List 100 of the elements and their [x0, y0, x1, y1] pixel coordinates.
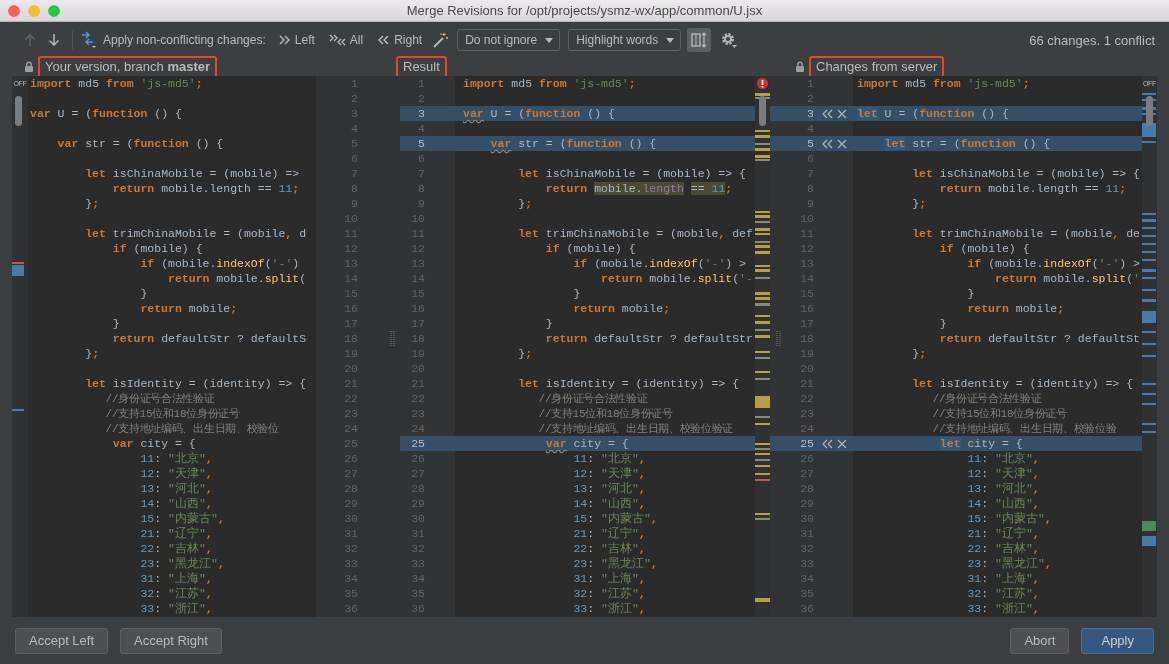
- double-chevrons-icon: [328, 33, 346, 47]
- close-icon[interactable]: [837, 138, 847, 149]
- settings-icon[interactable]: [720, 31, 739, 49]
- code-line: 33: "浙江",: [966, 601, 1041, 616]
- code-line: return mobile.length == 11;: [544, 181, 734, 196]
- code-line: let isChinaMobile = (mobile) => {: [517, 166, 747, 181]
- code-line: 11: "北京",: [572, 451, 647, 466]
- window-title: Merge Revisions for /opt/projects/ysmz-wx/app/common/U.jsx: [405, 3, 764, 18]
- accept-left-button[interactable]: Accept Left: [15, 627, 109, 654]
- drag-handle-icon[interactable]: [390, 331, 395, 347]
- caret-icon: [666, 37, 675, 43]
- code-line: 21: "辽宁",: [139, 526, 214, 541]
- code-line: return mobile.length == 11;: [938, 181, 1128, 196]
- code-line: //支持地址编码、出生日期、校验位验: [931, 422, 1118, 436]
- code-line: 21: "辽宁",: [572, 526, 647, 541]
- close-icon[interactable]: [837, 108, 847, 119]
- code-line: 13: "河北",: [966, 481, 1041, 496]
- code-line: return mobile;: [139, 301, 239, 316]
- code-line: let trimChinaMobile = (mobile, def: [517, 226, 754, 241]
- toolbar-label: Apply non-conflicting changes:: [103, 33, 266, 47]
- highlight-dropdown[interactable]: Highlight words: [568, 29, 682, 51]
- code-line: //支持15位和18位身份证号: [537, 407, 674, 421]
- code-line: //身份证号合法性验证: [931, 392, 1043, 406]
- code-line: //支持15位和18位身份证号: [104, 407, 241, 421]
- code-line: 21: "辽宁",: [966, 526, 1041, 541]
- drag-handle-icon[interactable]: [776, 331, 781, 347]
- code-line: 13: "河北",: [572, 481, 647, 496]
- changes-summary: 66 changes. 1 conflict: [1029, 32, 1155, 48]
- code-line: let isChinaMobile = (mobile) =>: [84, 166, 301, 181]
- code-line: }: [966, 286, 976, 301]
- code-line: return defaultStr ? defaultStr: [544, 331, 754, 346]
- code-line: 12: "天津",: [966, 466, 1041, 481]
- code-line: return mobile;: [572, 301, 672, 316]
- code-line: 13: "河北",: [139, 481, 214, 496]
- split-view-icon: [691, 32, 708, 48]
- down-arrow-icon[interactable]: [47, 33, 61, 47]
- code-line: 11: "北京",: [966, 451, 1041, 466]
- code-line: let trimChinaMobile = (mobile, de: [911, 226, 1141, 241]
- code-line: 23: "黑龙江",: [139, 556, 226, 571]
- accept-chevrons-icon[interactable]: [822, 438, 833, 449]
- code-line: return mobile.length == 11;: [111, 181, 301, 196]
- scrollbar-thumb[interactable]: [15, 96, 22, 126]
- code-line: 11: "北京",: [139, 451, 214, 466]
- line-number: 3: [806, 106, 815, 121]
- line-number: 3: [400, 106, 455, 121]
- code-line: }: [111, 316, 121, 331]
- sync-scroll-toggle[interactable]: [687, 28, 712, 52]
- code-line: //支持地址编码、出生日期、校验位验证: [537, 422, 735, 436]
- abort-button[interactable]: Abort: [1010, 627, 1070, 654]
- accept-chevrons-icon[interactable]: [822, 138, 833, 149]
- code-line: return mobile.split('-: [600, 271, 754, 286]
- code-line: if (mobile) {: [111, 241, 204, 256]
- code-line: import md5 from 'js-md5';: [29, 76, 204, 91]
- code-line: if (mobile.indexOf('-') >: [572, 256, 747, 271]
- code-line: if (mobile) {: [544, 241, 637, 256]
- code-line: };: [911, 346, 928, 361]
- code-line: import md5 from 'js-md5';: [462, 76, 637, 91]
- code-line: 32: "江苏",: [572, 586, 647, 601]
- close-icon[interactable]: [837, 438, 847, 449]
- caret-icon: [545, 37, 554, 43]
- code-line: return mobile.split(: [167, 271, 308, 286]
- code-line: let trimChinaMobile = (mobile, d: [84, 226, 308, 241]
- code-line: 33: "浙江",: [572, 601, 647, 616]
- code-line: 31: "上海",: [572, 571, 647, 586]
- code-line: //身份证号合法性验证: [537, 392, 649, 406]
- code-line: 15: "内蒙古",: [139, 511, 226, 526]
- apply-button[interactable]: Apply: [1081, 627, 1154, 654]
- line-number: 5: [400, 136, 455, 151]
- line-number: 25: [400, 436, 455, 451]
- whitespace-dropdown[interactable]: Do not ignore: [457, 29, 561, 51]
- scrollbar-thumb[interactable]: [759, 96, 766, 126]
- code-line: 14: "山西",: [966, 496, 1041, 511]
- code-line: };: [84, 346, 101, 361]
- arrows-icon[interactable]: [79, 31, 97, 49]
- code-line: 15: "内蒙古",: [572, 511, 659, 526]
- code-line: }: [938, 316, 948, 331]
- apply-left-button[interactable]: Left: [273, 31, 319, 49]
- code-line: 15: "内蒙古",: [966, 511, 1053, 526]
- apply-right-button[interactable]: Right: [373, 31, 427, 49]
- accept-chevrons-icon[interactable]: [822, 108, 833, 119]
- close-icon[interactable]: [8, 5, 20, 17]
- code-line: import md5 from 'js-md5';: [856, 76, 1031, 91]
- code-line: var str = (function () {: [56, 136, 225, 151]
- accept-right-button[interactable]: Accept Right: [120, 627, 222, 654]
- apply-all-button[interactable]: All: [324, 31, 368, 49]
- line-number: 5: [806, 136, 815, 151]
- code-line: return mobile.split(': [994, 271, 1141, 286]
- code-line: //身份证号合法性验证: [104, 392, 216, 406]
- code-line: 14: "山西",: [139, 496, 214, 511]
- code-line: 23: "黑龙江",: [966, 556, 1053, 571]
- code-line: 31: "上海",: [966, 571, 1041, 586]
- code-line: var U = (function () {: [29, 106, 183, 121]
- code-line: return defaultStr ? defaultSt: [938, 331, 1141, 346]
- code-line: return mobile;: [966, 301, 1066, 316]
- code-line: }: [544, 316, 554, 331]
- magic-wand-icon[interactable]: [432, 32, 450, 48]
- error-icon[interactable]: [757, 78, 768, 89]
- code-line: var city = {: [111, 436, 197, 451]
- code-line: };: [84, 196, 101, 211]
- scrollbar-thumb[interactable]: [1146, 96, 1153, 126]
